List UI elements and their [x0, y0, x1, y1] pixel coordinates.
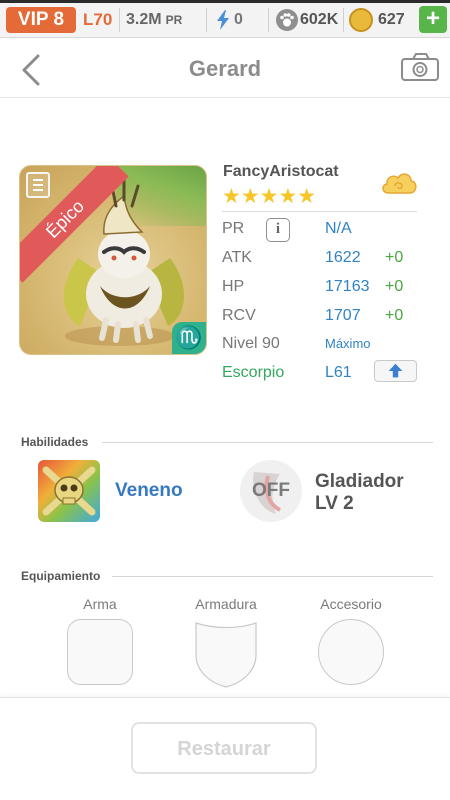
stat-value-atk: 1622 [325, 249, 361, 266]
resource-bar: VIP 8 L70 3.2M PR 0 602K 627 + [0, 0, 450, 38]
accessory-slot[interactable] [318, 619, 384, 685]
power-rating: 3.2M PR [126, 7, 182, 33]
stat-label-rcv: RCV [222, 307, 256, 324]
stat-bonus-atk: +0 [385, 249, 404, 266]
skill-name-poison: Veneno [115, 480, 183, 501]
skill-name-gladiator: Gladiador LV 2 [315, 471, 435, 515]
section-divider [102, 442, 433, 443]
divider [206, 8, 207, 32]
weapon-slot[interactable] [67, 619, 133, 685]
scorpio-icon: ♏ [172, 322, 206, 354]
stat-bonus-rcv: +0 [385, 307, 404, 324]
poison-skill-icon[interactable] [38, 460, 100, 522]
restore-button[interactable]: Restaurar [131, 722, 317, 774]
info-icon[interactable]: i [266, 218, 290, 242]
paw-count: 602K [300, 11, 339, 28]
skill-level-gladiator: LV 2 [315, 493, 354, 514]
paw-icon [276, 9, 298, 31]
stat-bonus-hp: +0 [385, 278, 404, 295]
energy-icon [217, 10, 229, 30]
skill-name-gladiator-line1: Gladiador [315, 471, 404, 492]
pet-portrait[interactable]: Épico ♏ [19, 165, 207, 355]
armor-slot[interactable] [194, 619, 258, 689]
add-coins-button[interactable]: + [419, 6, 447, 33]
skill-off-status: OFF [252, 480, 290, 501]
stat-label-pr: PR [222, 220, 245, 237]
zodiac-level: L61 [325, 364, 352, 381]
stat-label-hp: HP [222, 278, 245, 295]
coin-count: 627 [378, 11, 405, 28]
stat-value-pr: N/A [325, 220, 352, 237]
weapon-label: Arma [83, 596, 117, 612]
document-icon[interactable] [26, 172, 50, 198]
cloud-icon [382, 173, 417, 194]
star-rating: ★★★★★ [222, 185, 317, 208]
accessory-label: Accesorio [320, 596, 382, 612]
pet-detail-screen: VIP 8 L70 3.2M PR 0 602K 627 + Gerard Ép… [0, 0, 450, 800]
zodiac-label: Escorpio [222, 364, 285, 381]
divider [268, 8, 269, 32]
divider [119, 8, 120, 32]
pet-name: FancyAristocat [223, 163, 339, 180]
camera-icon[interactable] [400, 52, 440, 82]
abilities-title: Habilidades [21, 435, 89, 449]
energy-count: 0 [234, 11, 243, 28]
nav-header: Gerard [0, 38, 450, 98]
stat-label-atk: ATK [222, 249, 252, 266]
stat-value-hp: 17163 [325, 278, 370, 295]
power-value: 3.2M [126, 11, 162, 28]
divider [343, 8, 344, 32]
armor-label: Armadura [195, 596, 257, 612]
level-label: Nivel 90 [222, 335, 280, 352]
vip-badge[interactable]: VIP 8 [6, 7, 76, 33]
stat-divider [222, 211, 417, 212]
stat-value-rcv: 1707 [325, 307, 361, 324]
coin-icon [349, 8, 373, 32]
player-level: L70 [83, 10, 113, 29]
top-edge [0, 0, 450, 3]
upgrade-button[interactable] [374, 360, 417, 382]
page-title: Gerard [188, 56, 262, 81]
level-max: Máximo [325, 336, 371, 351]
section-divider [112, 576, 433, 577]
arrow-up-icon [388, 363, 403, 378]
power-unit: PR [165, 13, 183, 27]
equipment-title: Equipamiento [21, 569, 101, 583]
